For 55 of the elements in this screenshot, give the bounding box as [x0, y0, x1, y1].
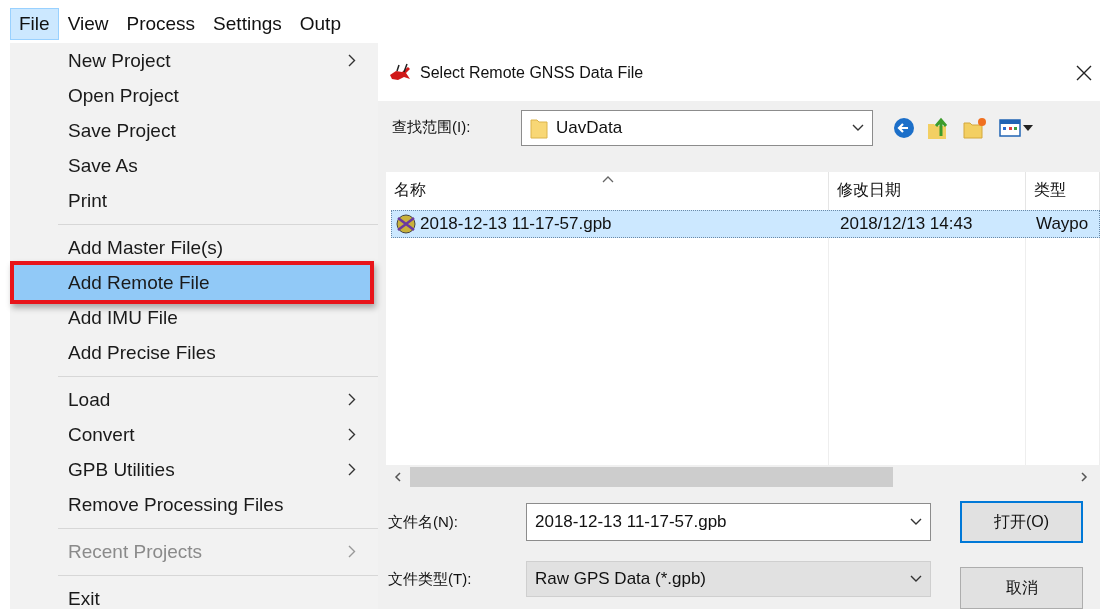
chevron-right-icon — [348, 428, 356, 441]
look-in-label: 查找范围(I): — [392, 118, 472, 138]
new-folder-icon[interactable] — [963, 116, 987, 139]
menu-item[interactable]: Open Project — [14, 78, 370, 113]
file-name-label: 文件名(N): — [388, 512, 459, 532]
scroll-right-icon[interactable] — [1078, 471, 1090, 483]
column-header[interactable]: 修改日期 — [829, 171, 1026, 210]
file-icon — [394, 212, 418, 235]
file-name-field[interactable]: 2018-12-13 11-17-57.gpb — [526, 503, 931, 541]
dialog-title: Select Remote GNSS Data File — [420, 63, 645, 82]
chevron-right-icon — [348, 393, 356, 406]
open-button[interactable]: 打开(O) — [960, 501, 1083, 543]
chevron-right-icon — [348, 463, 356, 476]
chevron-right-icon — [348, 545, 356, 558]
menu-item[interactable]: Save As — [14, 148, 370, 183]
scroll-left-icon[interactable] — [392, 471, 404, 483]
file-type-label: 文件类型(T): — [388, 569, 473, 589]
column-header[interactable]: 类型 — [1026, 171, 1100, 210]
column-header[interactable]: 名称 — [386, 171, 829, 210]
chevron-right-icon — [348, 54, 356, 67]
view-icon — [999, 117, 1021, 138]
chevron-down-icon — [852, 123, 864, 132]
file-type-dropdown[interactable]: Raw GPS Data (*.gpb) — [526, 561, 931, 597]
sort-caret-icon — [602, 175, 614, 183]
menu-item[interactable]: Save Project — [14, 113, 370, 148]
menu-bar-item[interactable]: Settings — [204, 8, 291, 40]
menu-item[interactable]: Add Master File(s) — [14, 230, 370, 265]
menu-bar-item[interactable]: Outp — [290, 8, 350, 40]
menu-bar-item[interactable]: File — [10, 8, 59, 40]
chevron-down-icon — [910, 575, 922, 583]
menu-bar-item[interactable]: View — [58, 8, 118, 40]
view-menu-button[interactable] — [999, 117, 1033, 138]
folder-icon — [530, 116, 548, 139]
menu-item[interactable]: Remove Processing Files — [14, 487, 370, 522]
menu-item[interactable]: Add IMU File — [14, 300, 370, 335]
file-name: 2018-12-13 11-17-57.gpb — [420, 213, 612, 234]
menu-item[interactable]: GPB Utilities — [14, 452, 370, 487]
back-icon[interactable] — [893, 116, 915, 139]
menu-item[interactable]: Load — [14, 382, 370, 417]
menu-item[interactable]: New Project — [14, 43, 370, 78]
chevron-down-icon — [910, 518, 922, 526]
app-icon — [388, 62, 412, 83]
menu-item[interactable]: Convert — [14, 417, 370, 452]
menu-item[interactable]: Print — [14, 183, 370, 218]
look-in-dropdown[interactable]: UavData — [521, 109, 873, 146]
file-row[interactable]: 2018-12-13 11-17-57.gpb 2018/12/13 14:43 Waypo — [391, 209, 1100, 238]
menu-bar-item[interactable]: Process — [117, 8, 205, 40]
modified-date: 2018/12/13 14:43 — [839, 212, 974, 235]
close-icon[interactable] — [1076, 64, 1092, 81]
horizontal-scrollbar[interactable] — [386, 465, 1100, 489]
cancel-button[interactable]: 取消 — [960, 567, 1083, 609]
menu-item[interactable]: Exit — [14, 581, 370, 609]
menu-item[interactable]: Add Precise Files — [14, 335, 370, 370]
caret-icon — [1023, 124, 1033, 131]
file-type: Waypo — [1035, 212, 1090, 235]
